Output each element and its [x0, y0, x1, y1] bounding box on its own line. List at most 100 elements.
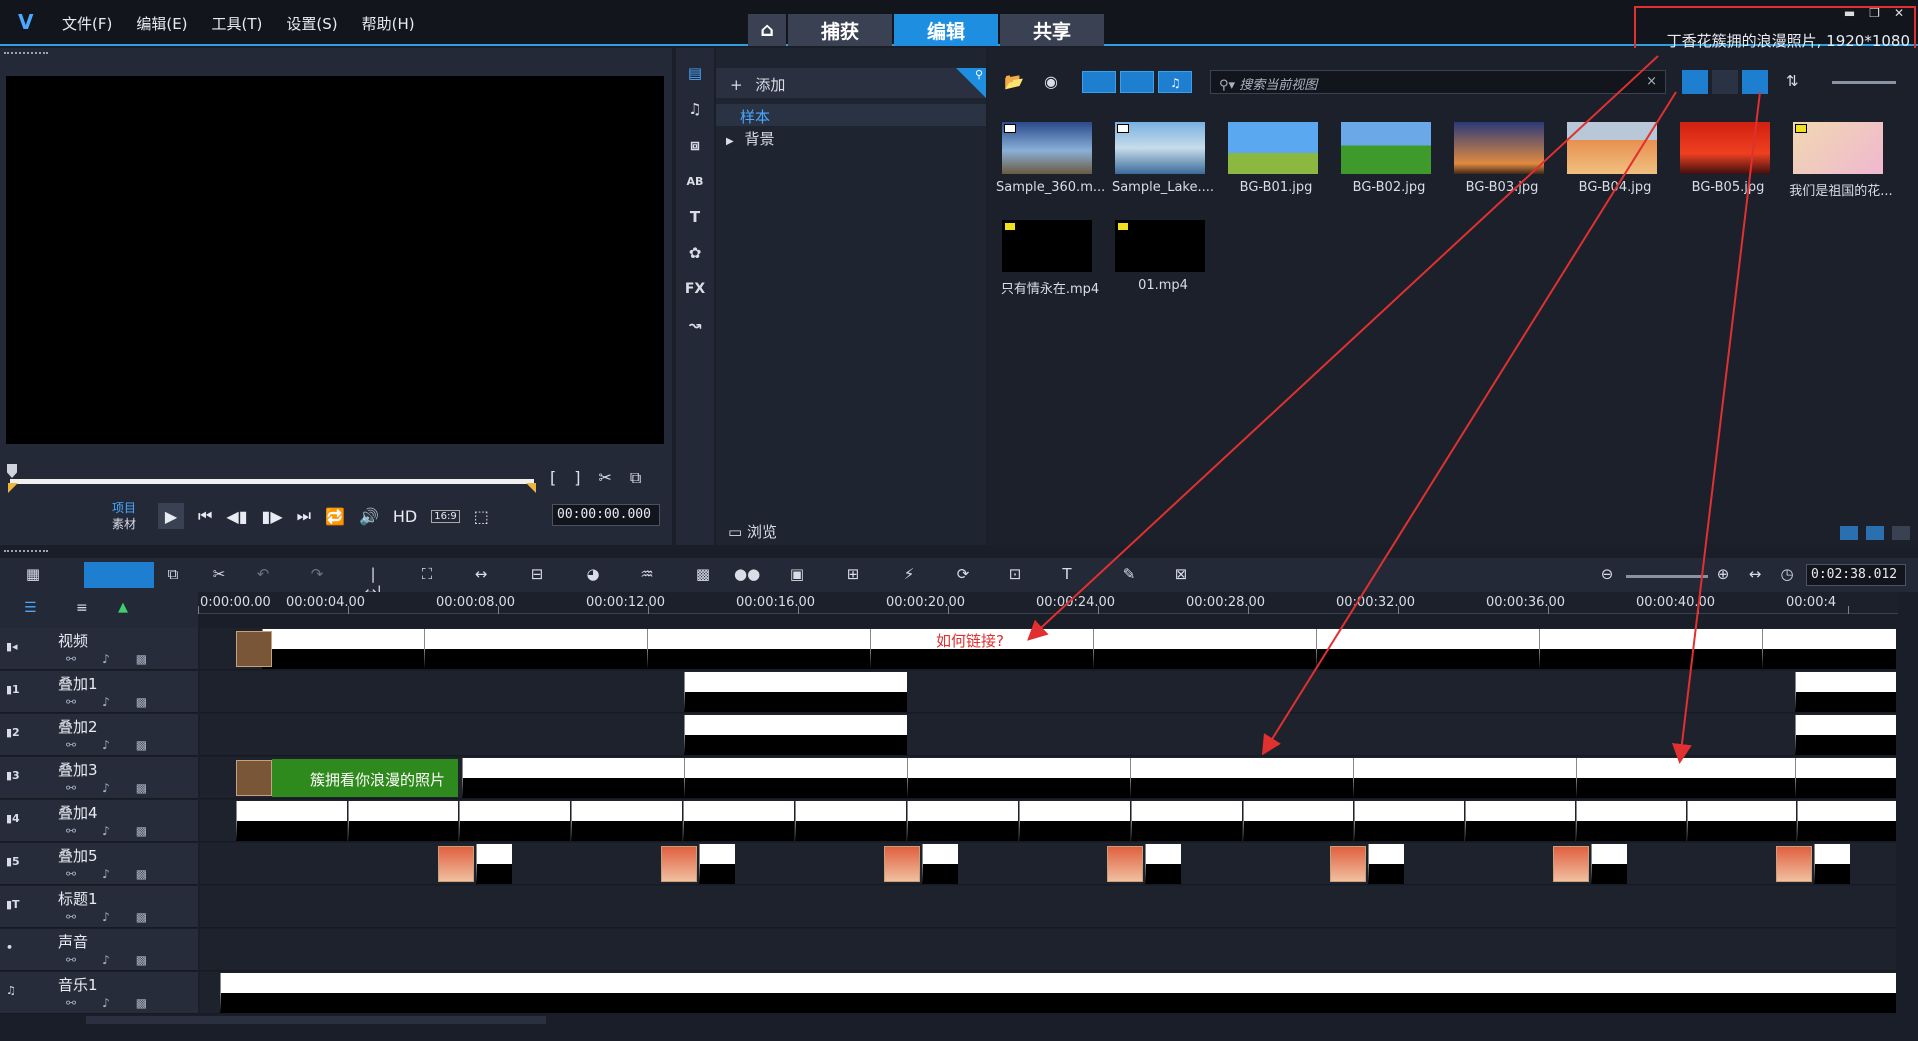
sort-icon[interactable]: ⇅: [1786, 72, 1799, 90]
track-lane[interactable]: [200, 843, 1896, 885]
mark-out-handle[interactable]: [526, 483, 536, 493]
timeline-clip[interactable]: [683, 801, 794, 841]
voice-track-icon[interactable]: •: [6, 941, 26, 955]
timeline-clip[interactable]: [220, 973, 1896, 1013]
overlay-photo-clip[interactable]: [884, 846, 920, 882]
copy-attr-icon[interactable]: ⧉: [162, 565, 184, 585]
pan-zoom-icon[interactable]: ⛶: [416, 565, 438, 585]
mark-out-icon[interactable]: ]: [574, 468, 580, 488]
timeline-clip[interactable]: [684, 715, 907, 755]
volume-icon[interactable]: ♪: [102, 910, 110, 924]
mark-in-icon[interactable]: [: [550, 468, 556, 488]
undo-icon[interactable]: ↶: [252, 565, 274, 585]
timeline-clip[interactable]: [459, 801, 570, 841]
fx-icon[interactable]: FX: [682, 276, 708, 302]
timeline-clip[interactable]: [647, 629, 870, 669]
edit-icon[interactable]: [1892, 526, 1910, 540]
mode-project[interactable]: 项目: [112, 500, 136, 516]
overlay-blank-clip[interactable]: [1368, 844, 1404, 884]
timeline-clip[interactable]: [795, 801, 906, 841]
mode-clip[interactable]: 素材: [112, 516, 136, 532]
timeline-clip[interactable]: [1795, 715, 1896, 755]
overlay-photo-clip[interactable]: [1776, 846, 1812, 882]
link-icon[interactable]: ⚯: [66, 652, 76, 666]
media-thumbnail[interactable]: BG-B05.jpg: [1674, 114, 1782, 208]
fit-icon[interactable]: |↔|: [362, 565, 384, 601]
scrubber-bar[interactable]: [10, 479, 534, 484]
overlay-blank-clip[interactable]: [1145, 844, 1181, 884]
media-icon[interactable]: ▤: [682, 60, 708, 86]
end-icon[interactable]: ⏭: [297, 506, 311, 526]
track-header[interactable]: ♫ 音乐1 ⚯ ♪ ▩: [0, 972, 198, 1014]
timeline-clip[interactable]: [1243, 801, 1353, 841]
timeline-clip[interactable]: [1131, 801, 1242, 841]
next-frame-icon[interactable]: ▮▶: [262, 507, 283, 526]
search-input[interactable]: ⚲▾ 搜索当前视图 ×: [1210, 70, 1666, 94]
filter-audio-button[interactable]: ♫: [1158, 71, 1192, 93]
overlay-photo-clip[interactable]: [1553, 846, 1589, 882]
link-icon[interactable]: ⚯: [66, 695, 76, 709]
title-3d-icon[interactable]: T: [1056, 565, 1078, 585]
overlay-track-icon[interactable]: ▮5: [6, 855, 26, 869]
home-tab[interactable]: ⌂: [748, 14, 786, 46]
timeline-clip[interactable]: [1795, 758, 1896, 798]
media-thumbnail[interactable]: 我们是祖国的花...: [1787, 114, 1895, 208]
track-header[interactable]: ▮1 叠加1 ⚯ ♪ ▩: [0, 671, 198, 713]
grid-icon[interactable]: ▩: [136, 695, 147, 709]
volume-icon[interactable]: ♪: [102, 867, 110, 881]
timeline-clip[interactable]: [424, 629, 647, 669]
grid-icon[interactable]: ▩: [136, 996, 147, 1010]
split-icon[interactable]: ✂: [599, 468, 612, 488]
track-header[interactable]: ▮4 叠加4 ⚯ ♪ ▩: [0, 800, 198, 842]
timeline-clip[interactable]: [571, 801, 682, 841]
photo-clip[interactable]: [236, 760, 272, 796]
volume-icon[interactable]: ♪: [102, 652, 110, 666]
track-lane[interactable]: [200, 929, 1896, 971]
options-icon[interactable]: [1840, 526, 1858, 540]
crop-icon[interactable]: ⬚: [474, 507, 489, 526]
tab-share[interactable]: 共享: [1000, 14, 1104, 46]
timeline-clip[interactable]: [1019, 801, 1130, 841]
title-ab-icon[interactable]: AB: [682, 168, 708, 194]
transition-icon[interactable]: ⧈: [682, 132, 708, 158]
link-icon[interactable]: ⚯: [66, 824, 76, 838]
add-folder-button[interactable]: + 添加 ⚲: [716, 68, 986, 98]
overlay-blank-clip[interactable]: [1591, 844, 1627, 884]
stretch-icon[interactable]: ⊟: [526, 565, 548, 585]
media-thumbnail[interactable]: 只有情永在.mp4: [996, 212, 1104, 306]
track-lane[interactable]: [200, 886, 1896, 928]
loop-icon[interactable]: ⟳: [952, 565, 974, 585]
render-icon[interactable]: ⊠: [1170, 565, 1192, 585]
import-folder-icon[interactable]: 📂: [1004, 72, 1024, 91]
tree-item-background[interactable]: ▶ 背景: [716, 126, 986, 148]
overlay-blank-clip[interactable]: [476, 844, 512, 884]
track-header[interactable]: ▮3 叠加3 ⚯ ♪ ▩: [0, 757, 198, 799]
track-lane[interactable]: 簇拥看你浪漫的照片: [200, 757, 1896, 799]
menu-edit[interactable]: 编辑(E): [136, 13, 187, 34]
overlay-track-icon[interactable]: ▮2: [6, 726, 26, 740]
tree-item-sample[interactable]: 样本: [716, 104, 986, 126]
thumbnail-size-slider[interactable]: [1832, 81, 1896, 84]
overlay-blank-clip[interactable]: [699, 844, 735, 884]
overlay-blank-clip[interactable]: [922, 844, 958, 884]
tools-icon[interactable]: ✂: [208, 565, 230, 585]
split-screen-icon[interactable]: ↔: [470, 565, 492, 585]
link-icon[interactable]: ⚯: [66, 738, 76, 752]
track-header[interactable]: ▮5 叠加5 ⚯ ♪ ▩: [0, 843, 198, 885]
timeline-clip[interactable]: [1687, 801, 1796, 841]
grid-icon[interactable]: ▩: [136, 953, 147, 967]
grid-icon[interactable]: ▩: [136, 781, 147, 795]
overlay-track-icon[interactable]: ▮1: [6, 683, 26, 697]
speed-icon[interactable]: ⚡: [898, 565, 920, 585]
overlay-photo-clip[interactable]: [1330, 846, 1366, 882]
track-header[interactable]: ▮◂ 视频 ⚯ ♪ ▩: [0, 628, 198, 670]
thumbnail-view-button[interactable]: [1682, 70, 1708, 94]
subtitle-icon[interactable]: ▣: [786, 565, 808, 585]
timeline-clip[interactable]: [236, 801, 347, 841]
grid-icon[interactable]: ▩: [136, 824, 147, 838]
timeline-clip[interactable]: [1797, 801, 1896, 841]
graphic-icon[interactable]: ✿: [682, 240, 708, 266]
timeline-clip[interactable]: [684, 672, 907, 712]
volume-icon[interactable]: ♪: [102, 781, 110, 795]
timeline-clip[interactable]: [907, 801, 1018, 841]
